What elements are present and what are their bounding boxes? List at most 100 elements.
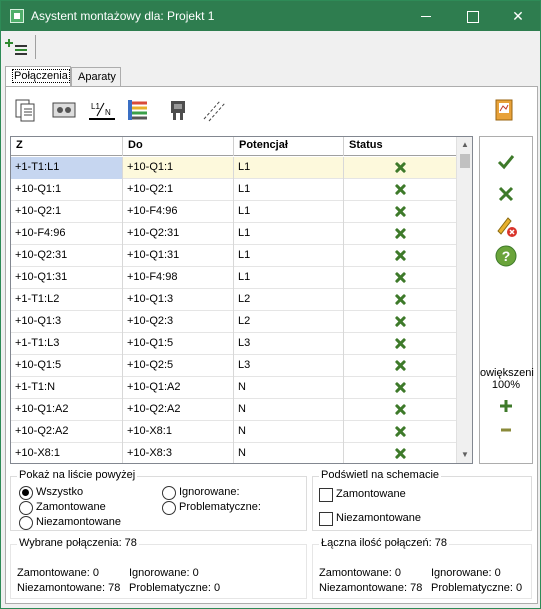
edit-delete-icon[interactable] — [493, 213, 519, 239]
cell-potential[interactable]: L1 — [234, 157, 344, 179]
cell-status[interactable] — [344, 179, 458, 201]
cell-potential[interactable]: N — [234, 399, 344, 421]
cell-to[interactable]: +10-F4:98 — [123, 267, 234, 289]
plus-icon[interactable] — [493, 393, 519, 419]
cell-status[interactable] — [344, 377, 458, 399]
cell-status[interactable] — [344, 223, 458, 245]
table-row[interactable]: +10-Q1:1 +10-Q2:1 L1 — [11, 179, 458, 201]
cell-to[interactable]: +10-Q2:1 — [123, 179, 234, 201]
cell-from[interactable]: +1-T1:L1 — [11, 157, 123, 179]
cell-potential[interactable]: L2 — [234, 311, 344, 333]
cell-status[interactable] — [344, 245, 458, 267]
table-row[interactable]: +1-T1:L1 +10-Q1:1 L1 — [11, 157, 458, 179]
plus-minus-icon[interactable] — [5, 35, 31, 59]
table-row[interactable]: +10-Q1:31 +10-F4:98 L1 — [11, 267, 458, 289]
cell-to[interactable]: +10-Q1:A2 — [123, 377, 234, 399]
scroll-thumb[interactable] — [460, 154, 470, 168]
cell-status[interactable] — [344, 355, 458, 377]
cell-to[interactable]: +10-Q2:31 — [123, 223, 234, 245]
connector-icon[interactable] — [165, 97, 191, 123]
scroll-down-icon[interactable]: ▼ — [457, 447, 472, 463]
cell-from[interactable]: +10-Q1:31 — [11, 267, 123, 289]
check-highlight-mounted[interactable]: Zamontowane — [319, 488, 406, 502]
cell-potential[interactable]: N — [234, 421, 344, 443]
cell-from[interactable]: +10-Q2:31 — [11, 245, 123, 267]
cell-to[interactable]: +10-Q1:31 — [123, 245, 234, 267]
help-icon[interactable]: ? — [493, 243, 519, 269]
cell-status[interactable] — [344, 267, 458, 289]
cell-status[interactable] — [344, 443, 458, 463]
cell-status[interactable] — [344, 201, 458, 223]
cell-to[interactable]: +10-Q1:1 — [123, 157, 234, 179]
check-highlight-unmounted[interactable]: Niezamontowane — [319, 512, 421, 526]
cell-potential[interactable]: N — [234, 443, 344, 463]
copy-document-icon[interactable] — [13, 97, 39, 123]
tab-devices[interactable]: Aparaty — [71, 67, 121, 87]
cell-to[interactable]: +10-Q2:3 — [123, 311, 234, 333]
column-header-status[interactable]: Status — [344, 137, 458, 156]
cell-potential[interactable]: L3 — [234, 355, 344, 377]
diagonal-lines-icon[interactable] — [201, 97, 227, 123]
table-row[interactable]: +10-Q2:A2 +10-X8:1 N — [11, 421, 458, 443]
radio-all[interactable]: Wszystko — [19, 486, 83, 500]
cell-status[interactable] — [344, 157, 458, 179]
table-row[interactable]: +10-Q1:A2 +10-Q2:A2 N — [11, 399, 458, 421]
cell-to[interactable]: +10-Q2:A2 — [123, 399, 234, 421]
cell-potential[interactable]: N — [234, 377, 344, 399]
close-button[interactable]: ✕ — [495, 1, 541, 31]
radio-unmounted[interactable]: Niezamontowane — [19, 516, 121, 530]
table-row[interactable]: +10-X8:1 +10-X8:3 N — [11, 443, 458, 463]
cell-from[interactable]: +10-Q1:A2 — [11, 399, 123, 421]
cell-status[interactable] — [344, 333, 458, 355]
scroll-up-icon[interactable]: ▲ — [457, 137, 472, 153]
table-row[interactable]: +1-T1:N +10-Q1:A2 N — [11, 377, 458, 399]
cell-potential[interactable]: L1 — [234, 245, 344, 267]
maximize-button[interactable] — [449, 1, 495, 31]
cell-to[interactable]: +10-Q2:5 — [123, 355, 234, 377]
cell-potential[interactable]: L3 — [234, 333, 344, 355]
minus-icon[interactable] — [493, 417, 519, 443]
cell-to[interactable]: +10-F4:96 — [123, 201, 234, 223]
table-row[interactable]: +10-Q1:5 +10-Q2:5 L3 — [11, 355, 458, 377]
cell-potential[interactable]: L1 — [234, 267, 344, 289]
cell-potential[interactable]: L1 — [234, 223, 344, 245]
color-wires-icon[interactable] — [125, 97, 151, 123]
cell-to[interactable]: +10-X8:1 — [123, 421, 234, 443]
cell-status[interactable] — [344, 399, 458, 421]
vertical-scrollbar[interactable]: ▲ ▼ — [456, 137, 472, 463]
cell-from[interactable]: +10-Q2:1 — [11, 201, 123, 223]
cell-from[interactable]: +10-Q2:A2 — [11, 421, 123, 443]
check-icon[interactable] — [493, 149, 519, 175]
cell-from[interactable]: +10-F4:96 — [11, 223, 123, 245]
radio-mounted[interactable]: Zamontowane — [19, 501, 106, 515]
cell-from[interactable]: +10-X8:1 — [11, 443, 123, 463]
table-row[interactable]: +10-F4:96 +10-Q2:31 L1 — [11, 223, 458, 245]
tab-connections[interactable]: Połączenia — [5, 66, 71, 87]
table-row[interactable]: +10-Q1:3 +10-Q2:3 L2 — [11, 311, 458, 333]
cell-to[interactable]: +10-Q1:5 — [123, 333, 234, 355]
report-book-icon[interactable] — [491, 97, 517, 123]
terminal-block-icon[interactable] — [51, 97, 77, 123]
table-row[interactable]: +1-T1:L2 +10-Q1:3 L2 — [11, 289, 458, 311]
radio-problematic[interactable]: Problematyczne: — [162, 501, 261, 515]
cell-from[interactable]: +10-Q1:1 — [11, 179, 123, 201]
column-header-potential[interactable]: Potencjał — [234, 137, 344, 156]
cell-status[interactable] — [344, 421, 458, 443]
cell-from[interactable]: +1-T1:L2 — [11, 289, 123, 311]
table-row[interactable]: +10-Q2:1 +10-F4:96 L1 — [11, 201, 458, 223]
l1-n-wire-icon[interactable]: L1 N — [89, 97, 115, 123]
column-header-to[interactable]: Do — [123, 137, 234, 156]
table-row[interactable]: +10-Q2:31 +10-Q1:31 L1 — [11, 245, 458, 267]
cell-to[interactable]: +10-Q1:3 — [123, 289, 234, 311]
radio-ignored[interactable]: Ignorowane: — [162, 486, 240, 500]
title-bar[interactable]: Asystent montażowy dla: Projekt 1 ✕ — [1, 1, 540, 31]
cell-from[interactable]: +1-T1:N — [11, 377, 123, 399]
minimize-button[interactable] — [403, 1, 449, 31]
table-row[interactable]: +1-T1:L3 +10-Q1:5 L3 — [11, 333, 458, 355]
cell-from[interactable]: +10-Q1:3 — [11, 311, 123, 333]
cell-status[interactable] — [344, 289, 458, 311]
column-header-from[interactable]: Z — [11, 137, 123, 156]
cell-from[interactable]: +10-Q1:5 — [11, 355, 123, 377]
x-icon[interactable] — [493, 181, 519, 207]
cell-status[interactable] — [344, 311, 458, 333]
